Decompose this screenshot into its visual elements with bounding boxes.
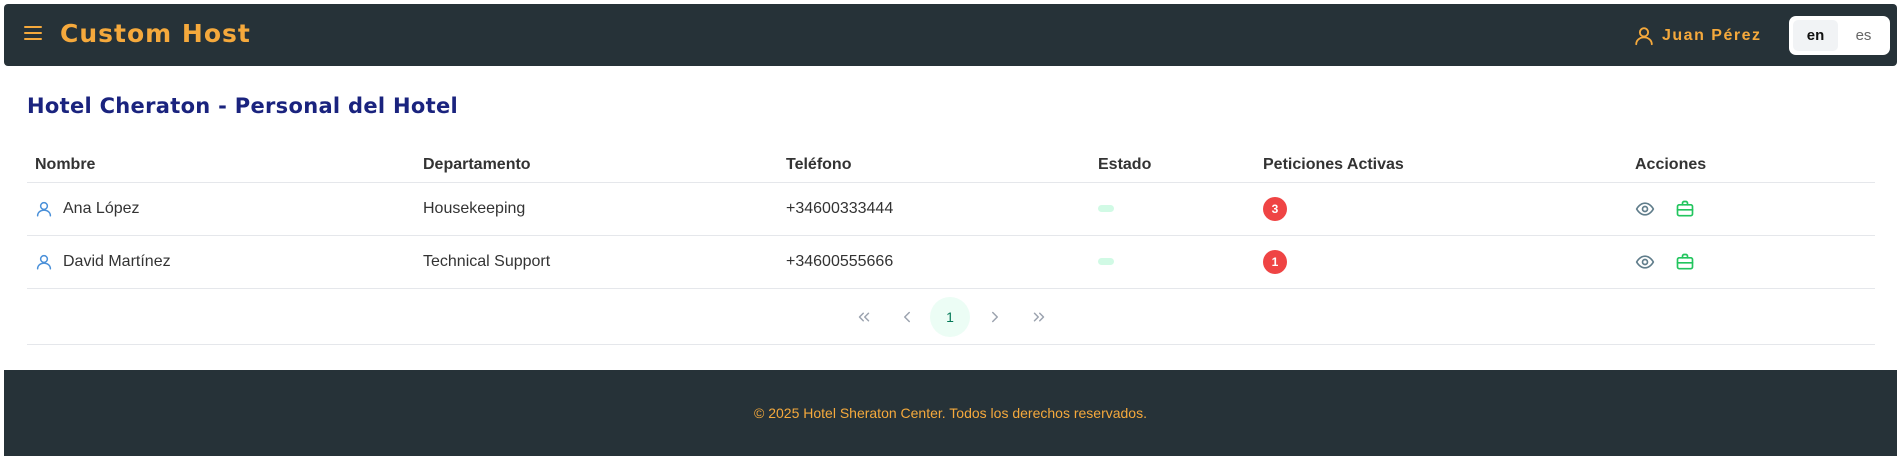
column-header-nombre[interactable]: Nombre [27, 148, 415, 183]
briefcase-icon[interactable] [1675, 252, 1695, 272]
column-header-estado[interactable]: Estado [1090, 148, 1255, 183]
lang-option-en[interactable]: en [1793, 20, 1838, 51]
phone-cell: +34600333444 [778, 182, 1090, 236]
pagination: 1 [0, 297, 1901, 337]
status-badge [1098, 258, 1114, 266]
staff-name: Ana López [63, 200, 140, 217]
user-icon [36, 254, 52, 270]
eye-icon[interactable] [1635, 199, 1655, 219]
column-header-telefono[interactable]: Teléfono [778, 148, 1090, 183]
active-requests-badge: 3 [1263, 197, 1287, 221]
table-row[interactable]: David Martínez Technical Support +346005… [27, 235, 1875, 289]
app-brand: Custom Host [60, 19, 251, 48]
active-requests-cell: 3 [1255, 182, 1627, 236]
user-menu[interactable]: Juan Pérez [1633, 25, 1761, 47]
lang-option-es[interactable]: es [1841, 20, 1886, 51]
briefcase-icon[interactable] [1675, 199, 1695, 219]
chevrons-left-icon [858, 312, 870, 322]
staff-table: Nombre Departamento Teléfono Estado Peti… [27, 148, 1875, 289]
first-page-button[interactable] [844, 297, 884, 337]
prev-page-button[interactable] [887, 297, 927, 337]
chevron-right-icon [992, 311, 998, 323]
status-cell [1090, 235, 1255, 289]
user-icon [1635, 27, 1653, 46]
column-header-peticiones[interactable]: Peticiones Activas [1255, 148, 1627, 183]
footer-copyright: © 2025 Hotel Sheraton Center. Todos los … [754, 405, 1147, 421]
menu-icon[interactable] [24, 26, 42, 42]
name-cell: Ana López [27, 182, 415, 236]
actions-cell [1627, 235, 1875, 289]
eye-icon[interactable] [1635, 252, 1655, 272]
top-bar: Custom Host Juan Pérez en es [4, 4, 1897, 66]
table-header-row: Nombre Departamento Teléfono Estado Peti… [27, 148, 1875, 183]
last-page-button[interactable] [1019, 297, 1059, 337]
chevron-left-icon [904, 311, 910, 323]
table-row[interactable]: Ana López Housekeeping +34600333444 3 [27, 182, 1875, 236]
column-header-acciones: Acciones [1627, 148, 1875, 183]
chevrons-right-icon [1033, 312, 1045, 322]
department-cell: Housekeeping [415, 182, 778, 236]
status-badge [1098, 205, 1114, 213]
active-requests-cell: 1 [1255, 235, 1627, 289]
status-cell [1090, 182, 1255, 236]
user-icon [36, 201, 52, 217]
name-cell: David Martínez [27, 235, 415, 289]
phone-cell: +34600555666 [778, 235, 1090, 289]
department-cell: Technical Support [415, 235, 778, 289]
content-divider [27, 344, 1875, 345]
language-switcher: en es [1789, 16, 1890, 55]
next-page-button[interactable] [975, 297, 1015, 337]
page-button-current[interactable]: 1 [930, 297, 970, 337]
footer: © 2025 Hotel Sheraton Center. Todos los … [4, 370, 1897, 456]
staff-name: David Martínez [63, 253, 171, 270]
user-name: Juan Pérez [1662, 27, 1762, 44]
active-requests-badge: 1 [1263, 250, 1287, 274]
column-header-departamento[interactable]: Departamento [415, 148, 778, 183]
actions-cell [1627, 182, 1875, 236]
page-title: Hotel Cheraton - Personal del Hotel [27, 94, 458, 118]
